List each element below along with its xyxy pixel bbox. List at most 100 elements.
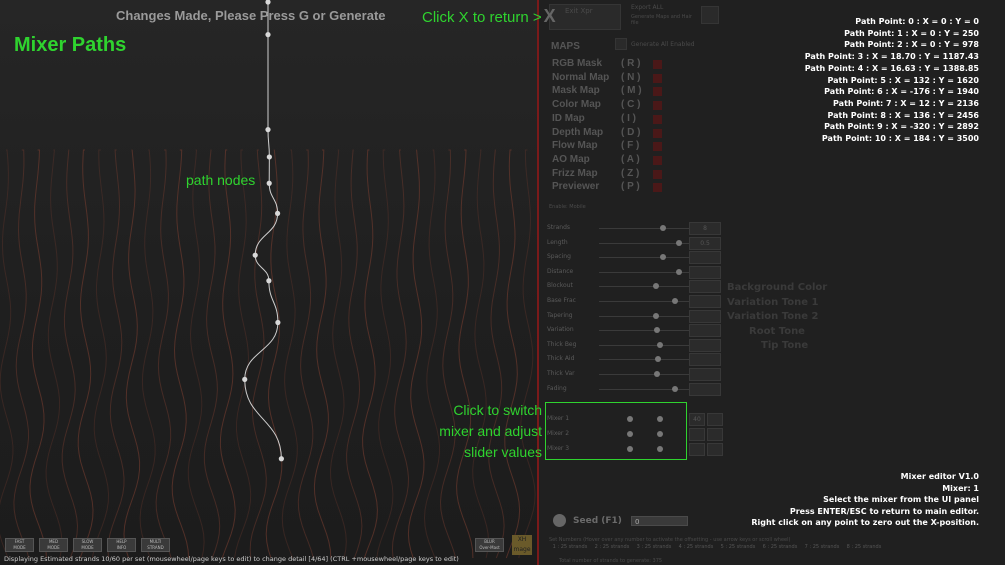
path-node[interactable] xyxy=(266,278,272,284)
slider-knob[interactable] xyxy=(652,283,659,290)
seed-input[interactable]: 0 xyxy=(631,516,688,526)
tone-label[interactable]: Background Color xyxy=(727,282,827,293)
slider-track[interactable] xyxy=(599,228,695,229)
slider-value-field[interactable] xyxy=(689,295,721,308)
mixer-value-field-2[interactable] xyxy=(707,413,723,426)
path-node[interactable] xyxy=(265,0,271,5)
hair-preview-viewport[interactable]: Mixer Paths Changes Made, Please Press G… xyxy=(0,0,537,565)
set-tab[interactable]: 3 : 25 strands xyxy=(633,544,675,558)
slider-track[interactable] xyxy=(599,374,695,375)
slider-value-field[interactable] xyxy=(689,382,721,396)
tone-label[interactable]: Tip Tone xyxy=(761,340,808,351)
slider-knob[interactable] xyxy=(656,341,663,348)
path-node[interactable] xyxy=(242,376,248,383)
path-node[interactable] xyxy=(275,319,281,326)
slider-value-field[interactable]: 8 xyxy=(689,222,721,235)
grid-icon[interactable] xyxy=(615,38,627,50)
fast-mode-button[interactable]: FAST MODE xyxy=(5,538,34,552)
slider-track[interactable] xyxy=(599,301,695,302)
slider-value-field[interactable] xyxy=(689,338,721,352)
mixer-value-field[interactable]: 40 xyxy=(689,413,705,426)
map-toggle-checkbox[interactable] xyxy=(653,73,662,83)
map-item-label[interactable]: Color Map xyxy=(552,99,601,110)
slider-track[interactable] xyxy=(599,315,695,317)
slider-value-field[interactable] xyxy=(689,251,721,265)
path-node[interactable] xyxy=(265,32,271,38)
slider-track[interactable] xyxy=(599,257,695,259)
path-node[interactable] xyxy=(278,456,284,462)
map-item-label[interactable]: RGB Mask xyxy=(552,58,602,69)
slow-mode-button[interactable]: SLOW MODE xyxy=(73,538,102,552)
slider-knob[interactable] xyxy=(671,298,678,304)
path-node[interactable] xyxy=(265,127,271,133)
mixer-path-layer[interactable] xyxy=(0,0,537,565)
map-toggle-checkbox[interactable] xyxy=(653,142,662,152)
path-node[interactable] xyxy=(266,180,272,186)
map-toggle-checkbox[interactable] xyxy=(653,128,662,138)
slider-knob[interactable] xyxy=(652,312,659,319)
set-tab[interactable]: 8 : 25 strands xyxy=(843,544,885,558)
slider-value-field[interactable] xyxy=(689,280,721,294)
set-tab[interactable]: 6 : 25 strands xyxy=(759,544,801,558)
map-toggle-checkbox[interactable] xyxy=(653,169,662,179)
slider-knob[interactable] xyxy=(675,268,682,275)
map-item-label[interactable]: AO Map xyxy=(552,154,590,165)
map-toggle-checkbox[interactable] xyxy=(653,101,662,111)
slider-knob[interactable] xyxy=(660,225,667,231)
slider-track[interactable] xyxy=(599,344,695,346)
map-item-label[interactable]: Flow Map xyxy=(552,140,598,151)
mixer-value-field-2[interactable] xyxy=(707,443,723,456)
tone-label[interactable]: Variation Tone 2 xyxy=(727,311,818,322)
map-toggle-checkbox[interactable] xyxy=(653,183,662,193)
slider-knob[interactable] xyxy=(660,254,667,261)
multi-strand-button[interactable]: MULTI STRAND xyxy=(141,538,170,552)
upload-icon[interactable] xyxy=(701,6,719,24)
tone-label[interactable]: Variation Tone 1 xyxy=(727,297,818,308)
slider-knob[interactable] xyxy=(654,371,661,377)
app-logo-icon[interactable]: XH mage xyxy=(512,535,532,555)
map-item-label[interactable]: Mask Map xyxy=(552,85,600,96)
map-toggle-checkbox[interactable] xyxy=(653,114,662,124)
slider-track[interactable] xyxy=(599,286,695,288)
slider-value-field[interactable] xyxy=(689,368,721,381)
set-tab[interactable]: 7 : 25 strands xyxy=(801,544,843,558)
path-node[interactable] xyxy=(252,252,258,258)
med-mode-button[interactable]: MED MODE xyxy=(39,538,68,552)
slider-value-field[interactable] xyxy=(689,265,721,279)
help-info-button[interactable]: HELP INFO xyxy=(107,538,136,552)
set-tab[interactable]: 2 : 25 strands xyxy=(591,544,633,558)
blur-button[interactable]: BLUR Over-Mast xyxy=(475,538,504,552)
close-icon[interactable]: X xyxy=(544,6,556,26)
path-node[interactable] xyxy=(274,210,281,217)
slider-value-field[interactable]: 0.5 xyxy=(689,236,721,250)
set-tab[interactable]: 4 : 25 strands xyxy=(675,544,717,558)
map-item-label[interactable]: Previewer xyxy=(552,181,599,192)
set-tab[interactable]: 1 : 25 strands xyxy=(549,544,591,558)
map-toggle-checkbox[interactable] xyxy=(653,87,662,97)
mixer-value-field-2[interactable] xyxy=(707,428,723,441)
slider-knob[interactable] xyxy=(671,385,678,392)
return-hint[interactable]: Click X to return > X xyxy=(422,6,556,27)
map-toggle-checkbox[interactable] xyxy=(653,60,662,69)
slider-value-field[interactable] xyxy=(689,324,721,338)
slider-track[interactable] xyxy=(599,388,695,390)
map-item-label[interactable]: Normal Map xyxy=(552,72,609,83)
map-toggle-checkbox[interactable] xyxy=(653,155,662,165)
slider-knob[interactable] xyxy=(675,239,682,246)
tone-label[interactable]: Root Tone xyxy=(749,326,805,337)
slider-knob[interactable] xyxy=(655,356,662,363)
set-tab[interactable]: 5 : 25 strands xyxy=(717,544,759,558)
seed-dice-icon[interactable] xyxy=(553,514,566,527)
slider-value-field[interactable] xyxy=(689,353,721,367)
path-node[interactable] xyxy=(266,154,272,160)
mixer-value-field[interactable] xyxy=(689,428,705,441)
slider-knob[interactable] xyxy=(654,327,661,334)
mixer-value-field[interactable] xyxy=(689,443,705,456)
slider-track[interactable] xyxy=(599,359,695,361)
map-item-label[interactable]: ID Map xyxy=(552,113,585,124)
slider-value-field[interactable] xyxy=(689,309,721,323)
map-item-label[interactable]: Frizz Map xyxy=(552,168,598,179)
slider-track[interactable] xyxy=(599,330,695,332)
exit-button[interactable]: Exit Xpr xyxy=(549,4,621,30)
map-item-label[interactable]: Depth Map xyxy=(552,127,603,138)
